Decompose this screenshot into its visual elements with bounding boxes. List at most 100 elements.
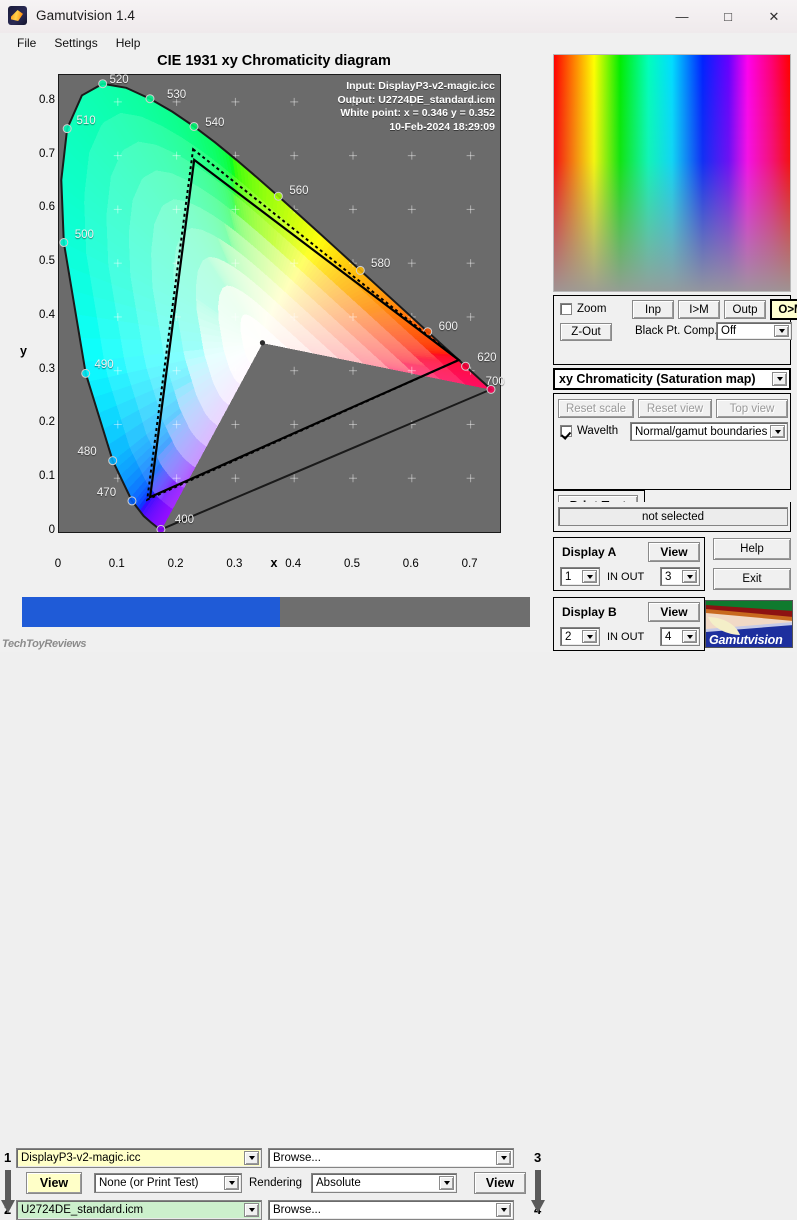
info-output-label: Output: [337,94,375,106]
browse-3-select[interactable]: Browse... [268,1148,514,1168]
browse-4-select[interactable]: Browse... [268,1200,514,1220]
scale-controls-group: Reset scale Reset view Top view Wavelth … [553,393,791,490]
rendering-intent-select[interactable]: Absolute [311,1173,457,1193]
saturation-map-swatch[interactable] [553,54,791,292]
view-left-button[interactable]: View [26,1172,82,1194]
chevron-down-icon[interactable] [682,570,697,583]
title-bar-left: Gamutvision 1.4 [8,6,135,25]
exit-button[interactable]: Exit [713,568,791,590]
display-a-out-select[interactable]: 3 [660,567,700,586]
map-mode-value: xy Chromaticity (Saturation map) [559,372,756,386]
input-profile-select[interactable]: DisplayP3-v2-magic.icc [16,1148,262,1168]
wavelength-label: 490 [94,359,113,371]
zoom-out-button[interactable]: Z-Out [560,323,612,341]
wavelth-checkbox[interactable]: Wavelth [560,425,618,437]
wavelength-label: 500 [75,229,94,241]
outp-button[interactable]: Outp [724,300,766,319]
menu-bar: File Settings Help [0,33,797,52]
output-to-monitor-button[interactable]: O>M [770,299,797,320]
app-logo-icon [8,6,27,25]
down-arrow-right-icon[interactable] [531,1170,545,1216]
display-b-view-button[interactable]: View [648,602,700,622]
display-b-inout-label: IN OUT [607,631,644,643]
display-a-inout-label: IN OUT [607,571,644,583]
black-point-comp-select[interactable]: Off [716,322,792,340]
output-profile-select[interactable]: U2724DE_standard.icm [16,1200,262,1220]
boundaries-value: Normal/gamut boundaries [635,426,767,438]
display-a-out-value: 3 [665,571,671,583]
wavelength-label: 600 [439,321,458,333]
display-a-in-value: 1 [565,571,571,583]
reset-view-button[interactable]: Reset view [638,399,712,418]
chevron-down-icon[interactable] [682,630,697,643]
input-to-monitor-button[interactable]: I>M [678,300,720,319]
reset-scale-button[interactable]: Reset scale [558,399,634,418]
chevron-down-icon[interactable] [244,1151,259,1165]
inp-button[interactable]: Inp [632,300,674,319]
wavelength-label: 510 [76,115,95,127]
help-button[interactable]: Help [713,538,791,560]
chart-title: CIE 1931 xy Chromaticity diagram [0,53,548,69]
chevron-down-icon[interactable] [774,325,789,337]
chevron-down-icon[interactable] [496,1151,511,1165]
y-tick: 0.4 [9,309,55,321]
wavelength-label: 540 [205,117,224,129]
wavelength-label: 700 [486,376,505,388]
display-b-out-select[interactable]: 4 [660,627,700,646]
info-timestamp: 10-Feb-2024 18:29:09 [337,121,495,135]
close-icon[interactable]: ✕ [751,0,797,33]
browse-3-value: Browse... [273,1152,321,1164]
display-a-label: Display A [562,545,616,559]
status-group: not selected [553,502,791,532]
cie-diagram-svg [59,75,500,532]
chevron-down-icon[interactable] [496,1203,511,1217]
chevron-down-icon[interactable] [439,1176,454,1190]
wavelength-label: 400 [175,514,194,526]
chevron-down-icon[interactable] [582,630,597,643]
map-mode-select[interactable]: xy Chromaticity (Saturation map) [553,368,791,390]
menu-file[interactable]: File [8,34,45,52]
view-right-button[interactable]: View [474,1172,526,1194]
wavelength-label: 620 [477,352,496,364]
gamutvision-window: Gamutvision 1.4 — □ ✕ File Settings Help… [0,0,797,652]
display-a-in-select[interactable]: 1 [560,567,600,586]
y-tick: 0.8 [9,94,55,106]
info-output-line: Output: U2724DE_standard.icm [337,94,495,108]
wavelength-label: 530 [167,89,186,101]
y-tick: 0.2 [9,416,55,428]
display-a-view-button[interactable]: View [648,542,700,562]
menu-settings[interactable]: Settings [45,34,106,52]
plot-info-overlay: Input: DisplayP3-v2-magic.icc Output: U2… [337,80,495,134]
minimize-icon[interactable]: — [659,0,705,33]
info-whitepoint-y: y = 0.352 [451,107,495,119]
wavelength-label: 580 [371,258,390,270]
wavelength-label: 470 [97,487,116,499]
chevron-down-icon[interactable] [582,570,597,583]
rendering-intent-value: Absolute [316,1177,361,1189]
y-tick: 0.7 [9,148,55,160]
chevron-down-icon[interactable] [772,372,787,386]
browse-4-value: Browse... [273,1204,321,1216]
menu-help[interactable]: Help [107,34,150,52]
chevron-down-icon[interactable] [224,1176,239,1190]
zoom-checkbox[interactable]: Zoom [560,303,606,315]
view-controls-group: Zoom Z-Out Inp I>M Outp O>M Black Pt. Co… [553,295,791,365]
print-test-select[interactable]: None (or Print Test) [94,1173,242,1193]
display-b-in-select[interactable]: 2 [560,627,600,646]
chevron-down-icon[interactable] [244,1203,259,1217]
chromaticity-plot[interactable] [58,74,501,533]
watermark: TechToyReviews [2,638,86,650]
top-view-button[interactable]: Top view [716,399,788,418]
row-number-3: 3 [534,1150,541,1165]
input-profile-value: DisplayP3-v2-magic.icc [21,1152,141,1164]
boundaries-select[interactable]: Normal/gamut boundaries [630,422,788,441]
info-whitepoint-line: White point: x = 0.346 y = 0.352 [337,107,495,121]
chevron-down-icon[interactable] [770,425,785,438]
wavelength-label: 520 [110,74,129,86]
down-arrow-left-icon[interactable] [1,1170,15,1216]
wavelth-checkbox-label: Wavelth [577,425,618,437]
display-a-group: Display A View 1 IN OUT 3 [553,537,705,591]
info-output-value: U2724DE_standard.icm [378,94,495,106]
maximize-icon[interactable]: □ [705,0,751,33]
window-title: Gamutvision 1.4 [36,8,135,23]
